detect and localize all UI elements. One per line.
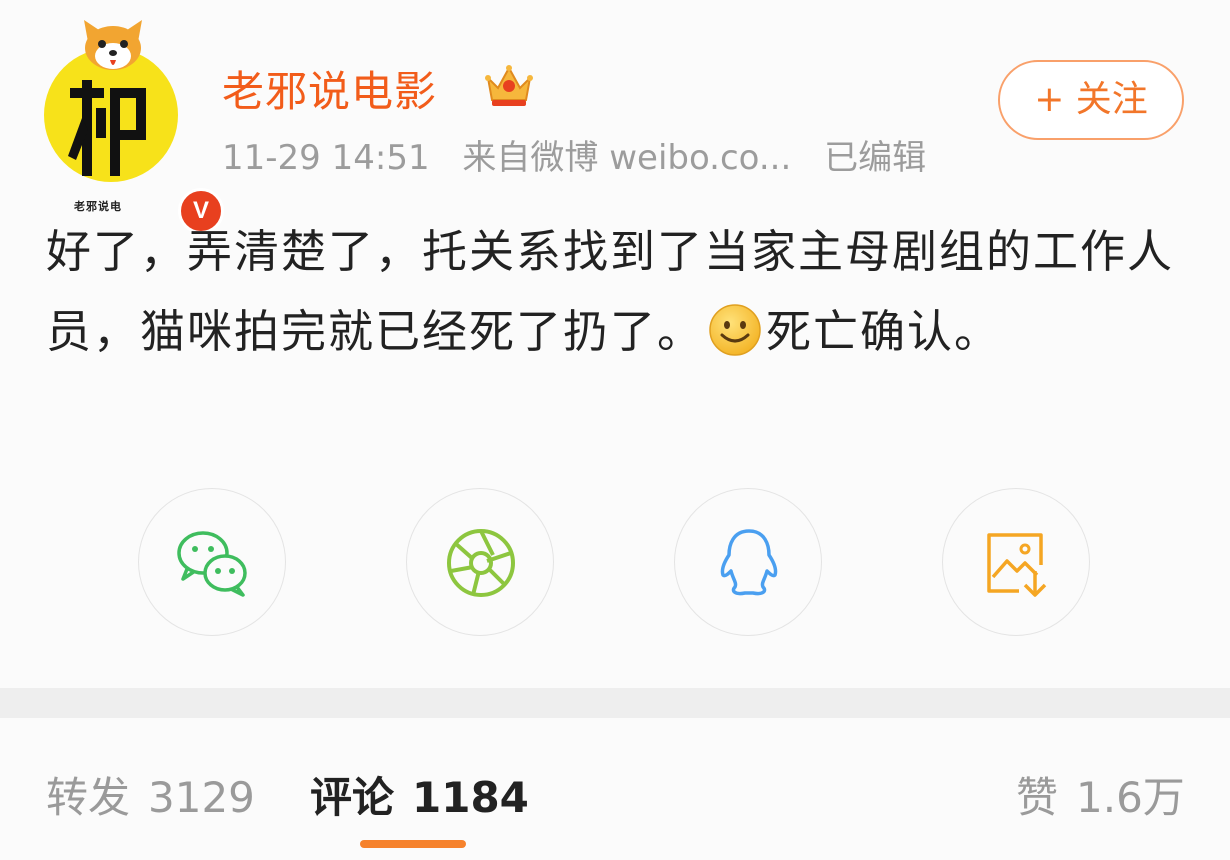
shiba-dog-icon — [84, 20, 142, 70]
tab-comments[interactable]: 评论 1184 — [310, 764, 529, 825]
username[interactable]: 老邪说电影 — [222, 58, 437, 119]
like-label: 赞 — [1016, 773, 1059, 822]
interaction-tabs: 转发 3129 评论 1184 赞 1.6万 — [0, 718, 1230, 860]
share-qq-button[interactable] — [674, 488, 822, 636]
save-image-button[interactable] — [942, 488, 1090, 636]
avatar-logo-glyph — [68, 80, 146, 176]
edited-label[interactable]: 已编辑 — [824, 138, 926, 178]
active-tab-indicator — [360, 840, 466, 848]
repost-label: 转发 — [46, 773, 131, 822]
crown-icon — [485, 65, 533, 106]
avatar[interactable]: 老邪说电 V — [44, 20, 224, 234]
follow-button[interactable]: + 关注 — [998, 60, 1184, 140]
share-moments-button[interactable] — [406, 488, 554, 636]
post-source[interactable]: 来自微博 weibo.co... — [462, 138, 791, 178]
like-count: 1.6万 — [1076, 773, 1185, 822]
weibo-post-card: 老邪说电 V 老邪说电影 11-29 14:51 来自微博 weibo.co..… — [0, 0, 1230, 688]
tab-likes[interactable]: 赞 1.6万 — [1016, 764, 1185, 825]
wechat-icon — [177, 531, 247, 597]
comment-count: 1184 — [412, 773, 529, 822]
save-image-icon — [987, 533, 1047, 597]
comment-label: 评论 — [310, 773, 395, 822]
post-time: 11-29 14:51 — [222, 138, 430, 178]
post-text-part-2: 死亡确认。 — [766, 305, 1002, 358]
share-wechat-button[interactable] — [138, 488, 286, 636]
smile-emoji-icon — [709, 304, 761, 356]
qq-icon — [720, 529, 778, 596]
post-text: 好了，弄清楚了，托关系找到了当家主母剧组的工作人员，猫咪拍完就已经死了扔了。 死… — [46, 212, 1176, 372]
repost-count: 3129 — [148, 773, 255, 822]
share-row — [0, 488, 1230, 638]
tab-repost[interactable]: 转发 3129 — [46, 764, 255, 825]
post-text-part-1: 好了，弄清楚了，托关系找到了当家主母剧组的工作人员，猫咪拍完就已经死了扔了。 — [46, 225, 1175, 358]
section-divider — [0, 688, 1230, 718]
post-meta: 11-29 14:51 来自微博 weibo.co... 已编辑 — [222, 130, 948, 179]
moments-icon — [447, 529, 515, 597]
